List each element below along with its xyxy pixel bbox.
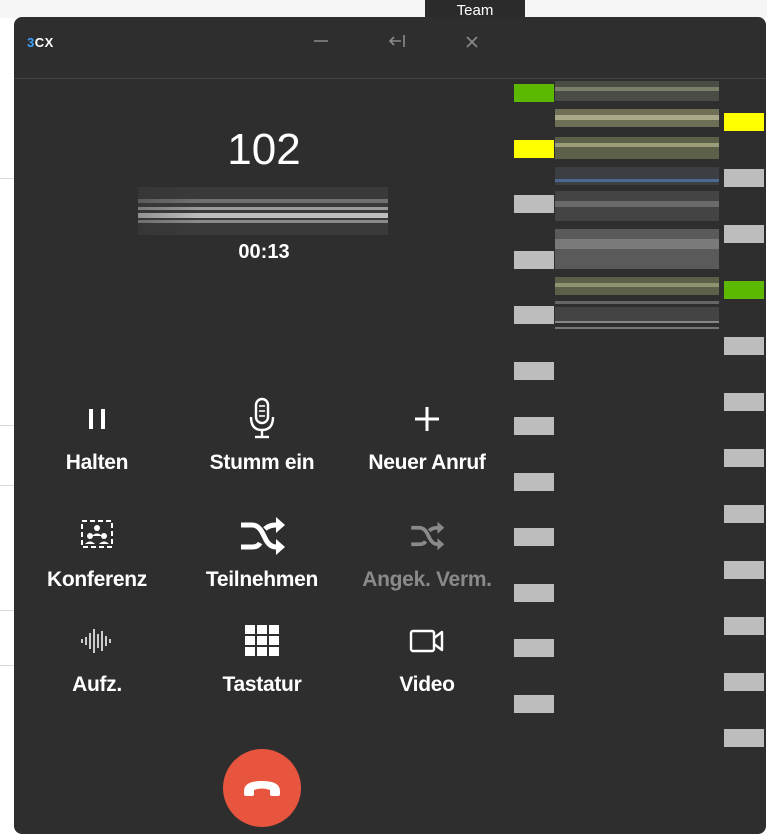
minimize-icon (314, 40, 328, 42)
status-indicator (514, 361, 554, 380)
video-camera-icon (409, 629, 444, 653)
collapse-left-icon (388, 35, 405, 47)
mute-label: Stumm ein (209, 451, 315, 474)
hold-button[interactable]: Halten (22, 397, 172, 475)
attended-transfer-label: Angek. Verm. (362, 568, 492, 591)
waveform-icon (81, 629, 111, 653)
status-indicator (514, 472, 554, 491)
call-window: 3CX 102 00:13 Halten Stumm ein Neuer Anr… (14, 17, 766, 834)
background-toolbar (0, 0, 767, 18)
status-indicator (724, 449, 764, 467)
status-indicator (514, 417, 554, 435)
status-indicator (724, 225, 764, 243)
status-indicator (724, 393, 764, 411)
contact-list-redacted (555, 79, 719, 339)
keypad-icon (245, 625, 279, 656)
status-indicator (724, 281, 764, 299)
status-indicator (514, 139, 554, 158)
close-button[interactable] (457, 31, 487, 57)
status-indicator (724, 169, 764, 187)
status-indicator (514, 583, 554, 602)
status-indicator (724, 113, 764, 131)
conference-icon (81, 520, 113, 548)
record-button[interactable]: Aufz. (22, 619, 172, 697)
status-indicator (514, 528, 554, 546)
background-divider (0, 665, 14, 666)
call-duration: 00:13 (238, 241, 290, 263)
shuffle-icon (411, 521, 445, 551)
background-divider (0, 610, 14, 611)
status-indicator (514, 84, 554, 102)
microphone-icon (249, 397, 275, 439)
join-label: Teilnehmen (205, 568, 319, 591)
hang-up-button[interactable] (223, 749, 301, 827)
status-indicator (514, 250, 554, 269)
app-logo: 3CX (27, 35, 54, 50)
collapse-button[interactable] (382, 31, 412, 57)
status-indicator (514, 195, 554, 213)
record-label: Aufz. (72, 673, 122, 696)
caller-name-redacted (138, 187, 388, 235)
pause-icon (89, 409, 105, 429)
background-divider (0, 485, 14, 486)
status-indicator (724, 505, 764, 523)
video-button[interactable]: Video (352, 619, 502, 697)
status-indicator (514, 694, 554, 713)
new-call-button[interactable]: Neuer Anruf (352, 397, 502, 475)
mute-button[interactable]: Stumm ein (187, 397, 337, 475)
conference-button[interactable]: Konferenz (22, 514, 172, 592)
background-tab[interactable]: Team (425, 0, 525, 19)
status-indicator (724, 673, 764, 691)
minimize-button[interactable] (306, 31, 336, 57)
extension-number: 102 (227, 125, 301, 174)
background-divider (0, 425, 14, 426)
background-divider (0, 178, 14, 179)
conference-label: Konferenz (47, 568, 147, 591)
close-icon (466, 36, 478, 48)
attended-transfer-button[interactable]: Angek. Verm. (352, 514, 502, 592)
status-indicator (724, 729, 764, 747)
hang-up-icon (244, 781, 280, 796)
status-indicator (514, 639, 554, 657)
status-indicator (724, 617, 764, 635)
hold-label: Halten (65, 451, 129, 474)
shuffle-icon (241, 517, 285, 555)
status-indicator (724, 337, 764, 355)
keypad-button[interactable]: Tastatur (187, 619, 337, 697)
status-indicator (514, 306, 554, 324)
plus-icon (415, 407, 439, 431)
title-bar: 3CX (14, 17, 766, 79)
join-button[interactable]: Teilnehmen (187, 514, 337, 592)
video-label: Video (399, 673, 455, 696)
status-indicator (724, 561, 764, 579)
new-call-label: Neuer Anruf (368, 451, 486, 474)
keypad-label: Tastatur (222, 673, 302, 696)
